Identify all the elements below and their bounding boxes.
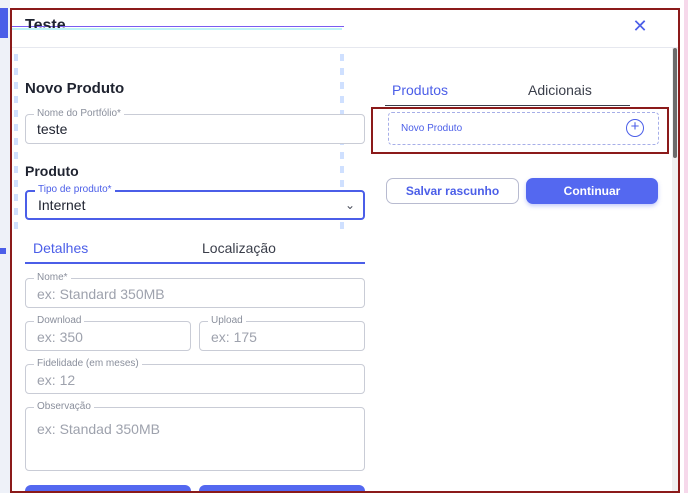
notes-label: Observação [34,401,94,413]
new-product-title: Novo Produto [25,80,125,97]
notes-placeholder: ex: Standad 350MB [37,421,160,437]
product-type-select[interactable]: Tipo de produto* Internet ⌄ [25,184,365,220]
background-marker [0,248,6,254]
product-card-label: Novo Produto [401,123,463,134]
continue-button[interactable]: Continuar [526,178,658,204]
tab-localizacao[interactable]: Localização [202,240,276,256]
upload-label: Upload [208,315,246,327]
bottom-button-left[interactable] [25,485,191,491]
product-type-value: Internet [38,197,86,213]
portfolio-name-field[interactable]: Nome do Portfólio* teste [25,108,365,144]
background-edge [684,0,688,493]
name-label: Nome* [34,272,71,284]
tab-adicionais[interactable]: Adicionais [528,82,592,98]
close-icon[interactable]: ✕ [630,16,650,36]
bottom-button-right[interactable] [199,485,365,491]
chevron-down-icon: ⌄ [344,198,355,212]
upload-field[interactable]: Upload ex: 175 [199,315,365,351]
product-type-label: Tipo de produto* [35,184,115,196]
scrollbar-thumb[interactable] [673,48,677,158]
portfolio-name-value: teste [37,121,68,137]
loyalty-field[interactable]: Fidelidade (em meses) ex: 12 [25,358,365,394]
notes-textarea[interactable]: Observação ex: Standad 350MB [25,401,365,471]
loyalty-label: Fidelidade (em meses) [34,358,142,370]
name-placeholder: ex: Standard 350MB [37,286,165,302]
new-product-card[interactable]: Novo Produto + [388,112,659,145]
right-tab-underline [385,105,630,106]
loyalty-placeholder: ex: 12 [37,372,76,388]
guide-dashes-left [14,54,18,236]
name-field[interactable]: Nome* ex: Standard 350MB [25,272,365,308]
download-label: Download [34,315,85,327]
guide-line [12,28,342,30]
portfolio-name-label: Nome do Portfólio* [34,108,124,120]
background-nav-stripe [0,8,8,38]
download-field[interactable]: Download ex: 350 [25,315,191,351]
tab-detalhes[interactable]: Detalhes [33,240,88,256]
download-placeholder: ex: 350 [37,329,83,345]
save-draft-button[interactable]: Salvar rascunho [386,178,519,204]
modal-title: Teste [25,17,66,34]
modal-scrollbar[interactable] [672,48,678,491]
product-section-title: Produto [25,163,79,179]
background-app-sidebar [0,0,10,493]
tab-underline [25,262,365,264]
tab-produtos[interactable]: Produtos [392,82,448,98]
product-modal: Teste ✕ Novo Produto Nome do Portfólio* … [10,8,680,493]
upload-placeholder: ex: 175 [211,329,257,345]
plus-circle-icon[interactable]: + [626,119,644,137]
product-list-highlight: Novo Produto + [371,107,669,154]
